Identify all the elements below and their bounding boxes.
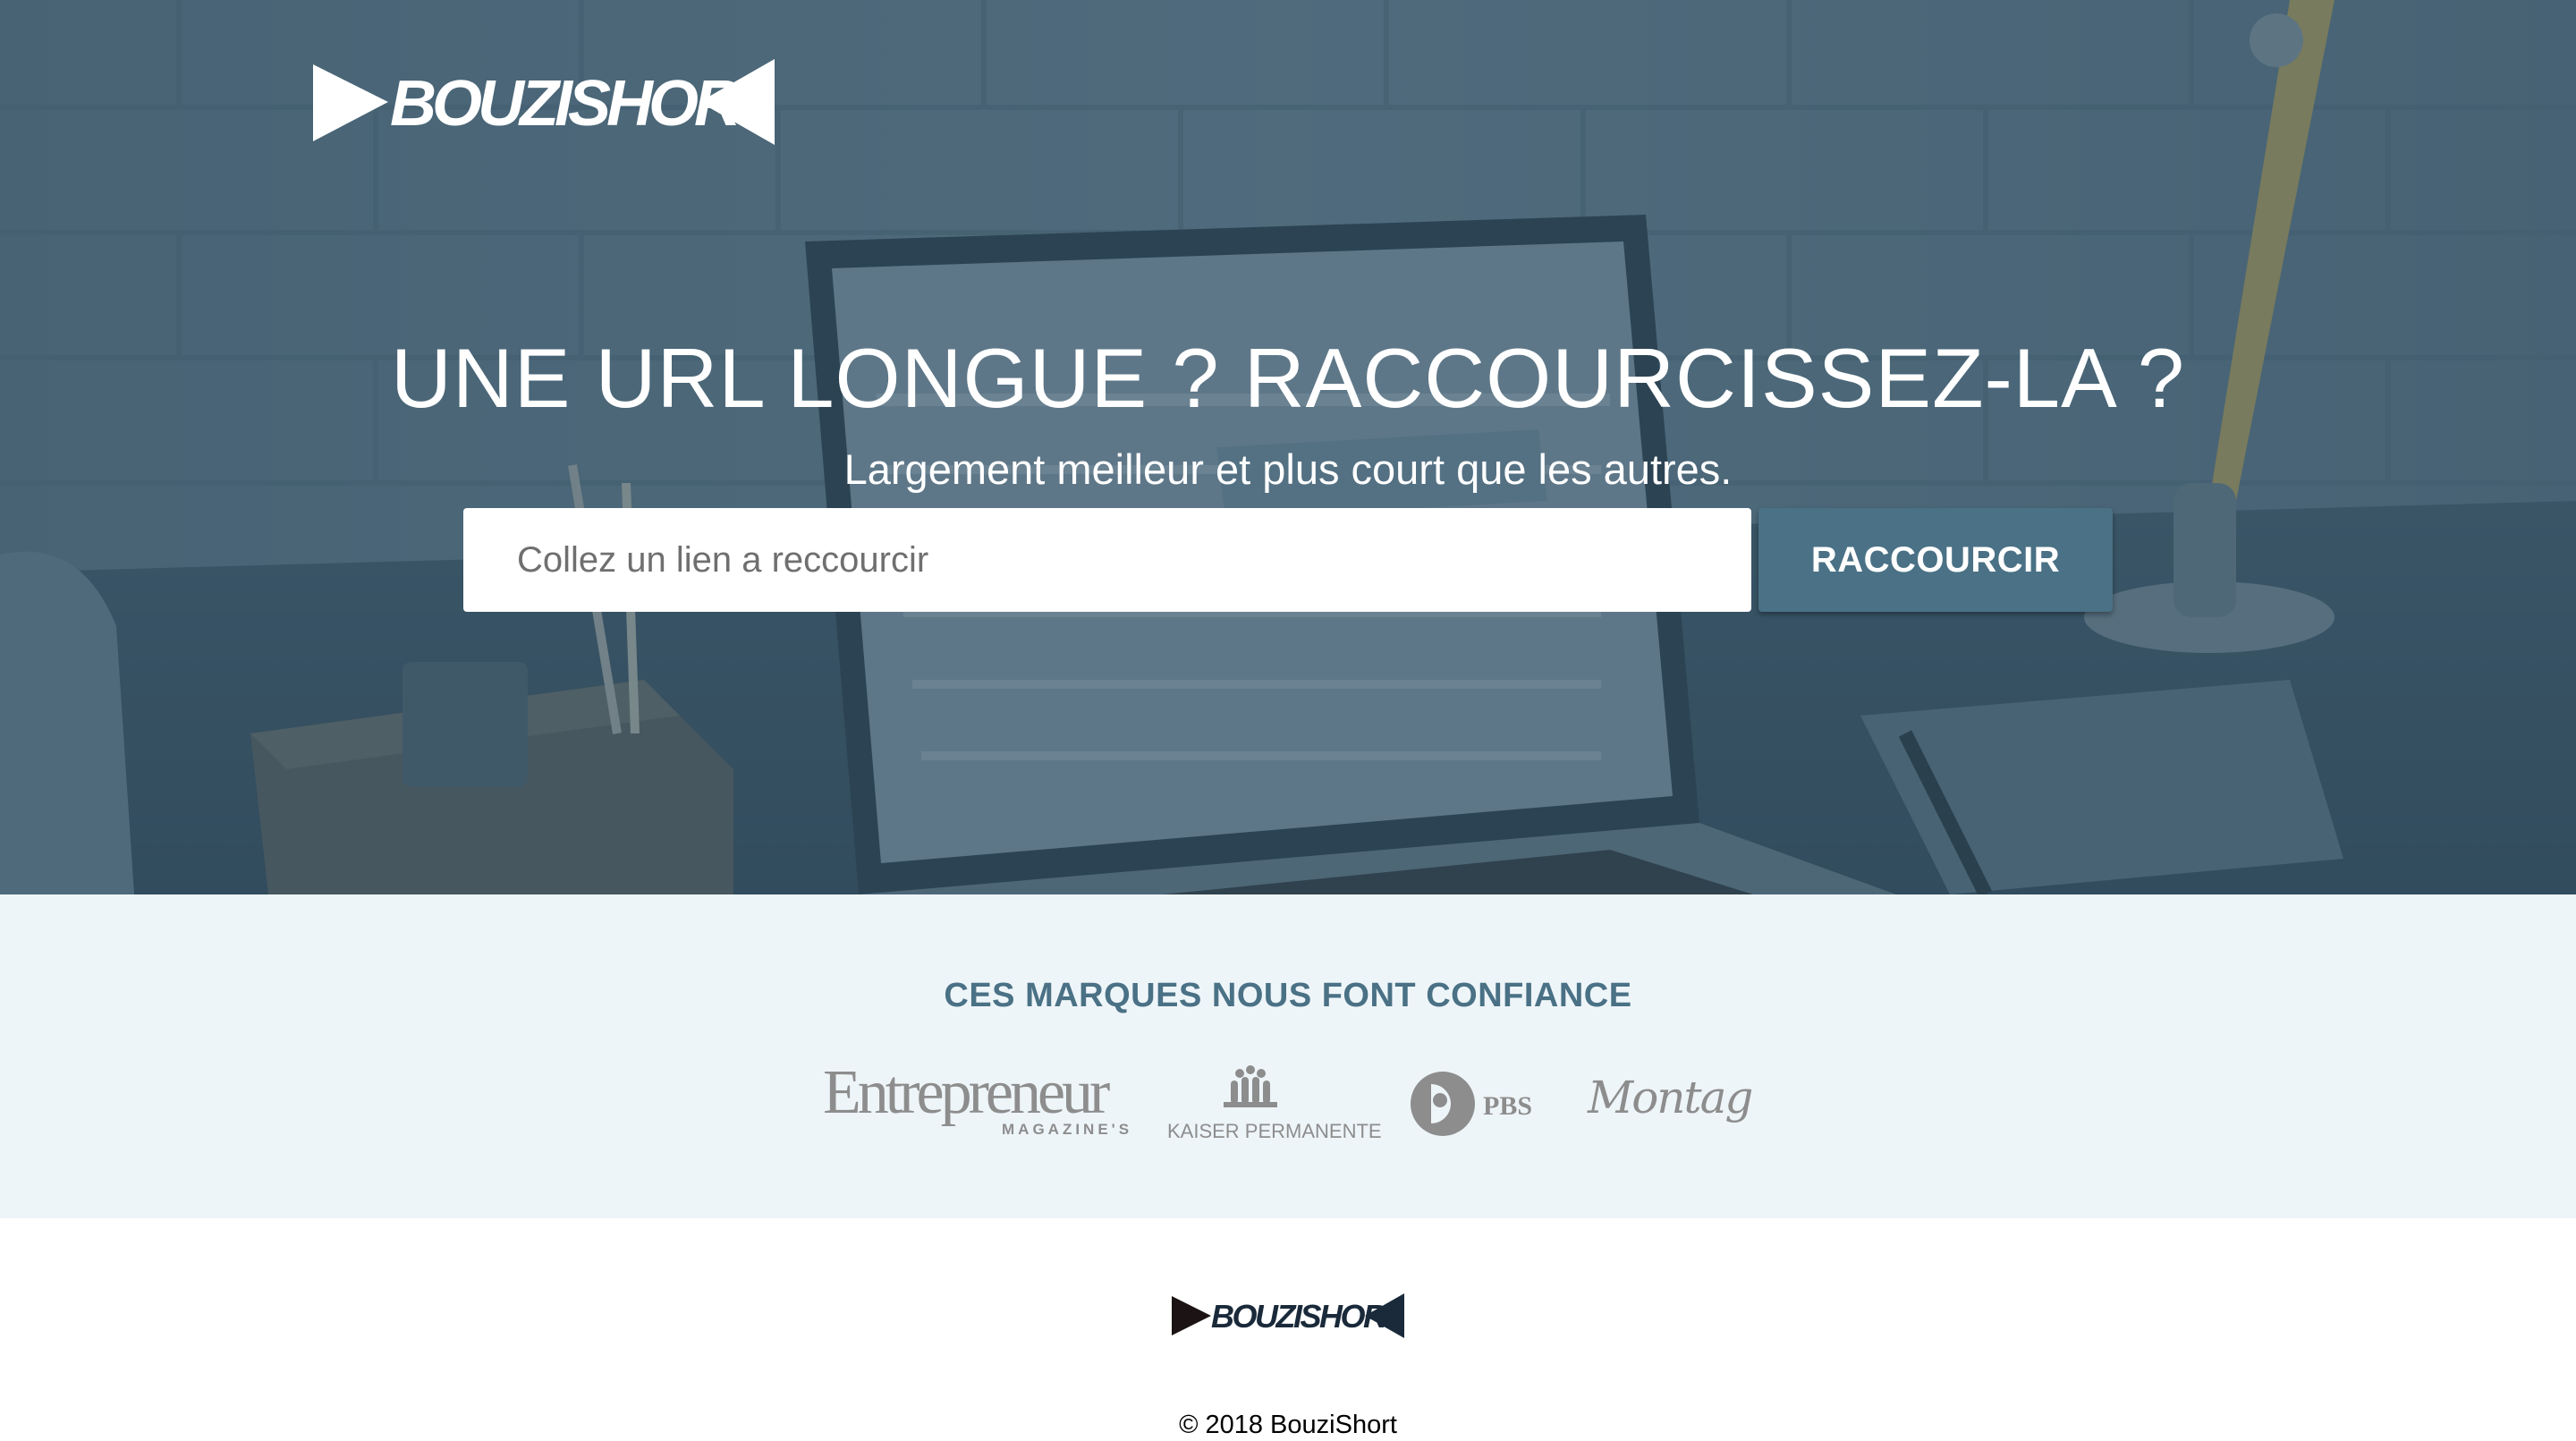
kaiser-logo-text: KAISER PERMANENTE [1167,1120,1382,1142]
entrepreneur-logo-text: Entrepreneur [823,1058,1110,1127]
url-input[interactable] [463,508,1751,612]
kaiser-permanente-logo: KAISER PERMANENTE [1167,1065,1382,1142]
pbs-logo-text: PBS [1483,1091,1532,1121]
copyright-text: © 2018 BouziShort [1179,1411,1397,1439]
trusted-brands-section: CES MARQUES NOUS FONT CONFIANCE Entrepre… [0,894,2576,1218]
montage-logo: Montage [1587,1072,1753,1123]
footer-bouzishort-logo[interactable]: BOUZISHORT [1172,1293,1404,1338]
brand-logos-row: Entrepreneur MAGAZINE'S KAISER PERMANENT… [823,1057,1753,1156]
entrepreneur-logo: Entrepreneur MAGAZINE'S [823,1058,1132,1138]
montage-logo-text: Montage [1587,1072,1753,1123]
pbs-logo: PBS [1411,1072,1532,1136]
shorten-button[interactable]: RACCOURCIR [1758,508,2113,612]
kaiser-emblem-icon [1224,1065,1277,1107]
hero-title: UNE URL LONGUE ? RACCOURCISSEZ-LA ? [391,330,2185,425]
footer: BOUZISHORT © 2018 BouziShort [0,1218,2576,1439]
brands-title: CES MARQUES NOUS FONT CONFIANCE [944,976,1632,1014]
hero-subtitle: Largement meilleur et plus court que les… [843,445,1733,493]
hero-section: BOUZISHORT UNE URL LONGUE ? RACCOURCISSE… [0,0,2576,894]
entrepreneur-logo-subtext: MAGAZINE'S [1002,1121,1132,1138]
shorten-form: RACCOURCIR [463,508,2113,612]
bouzishort-logo[interactable]: BOUZISHORT [313,59,775,145]
